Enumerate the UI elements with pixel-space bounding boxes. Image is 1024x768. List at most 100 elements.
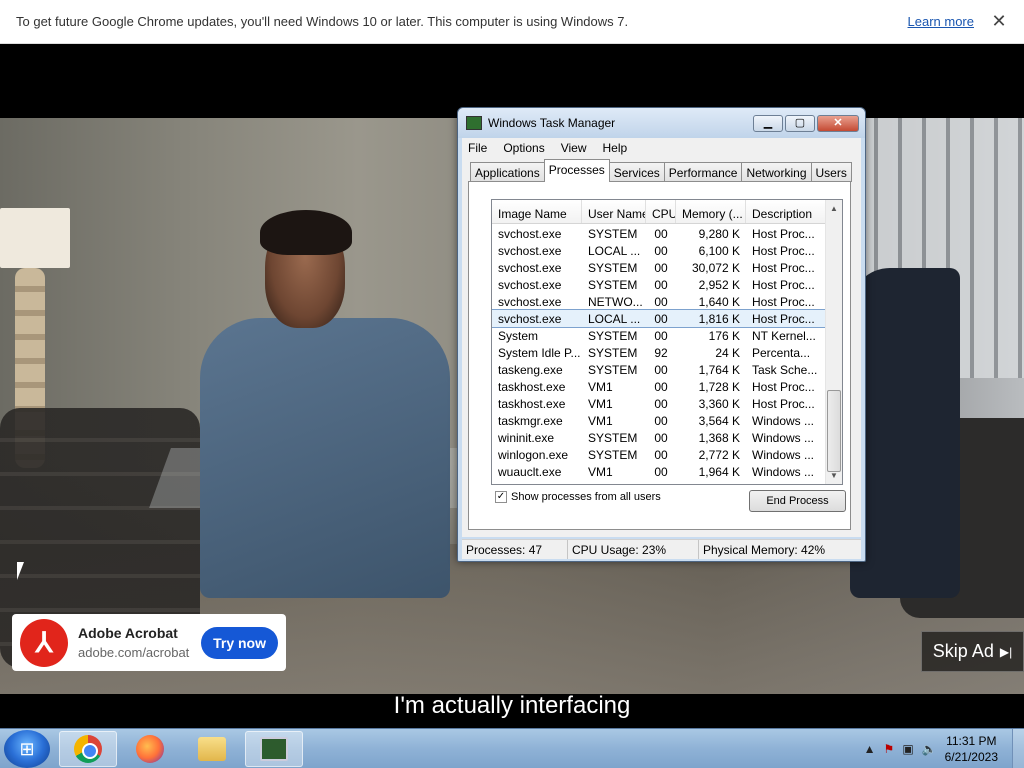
process-row[interactable]: wuauclt.exe VM1 00 1,964 K Windows ... bbox=[492, 463, 827, 480]
taskbar: ⊞ ▲ ⚑ ▣ 🔈 11:31 PM 6/21/2023 bbox=[0, 728, 1024, 768]
col-image-name[interactable]: Image Name bbox=[492, 200, 582, 223]
process-row[interactable]: taskhost.exe VM1 00 3,360 K Host Proc... bbox=[492, 395, 827, 412]
process-cpu: 00 bbox=[654, 413, 668, 428]
process-row[interactable]: svchost.exe LOCAL ... 00 6,100 K Host Proc..… bbox=[492, 242, 827, 259]
minimize-button[interactable]: ▁ bbox=[753, 114, 783, 132]
scroll-thumb[interactable] bbox=[827, 390, 841, 472]
taskbar-firefox[interactable] bbox=[121, 731, 179, 767]
process-image-name: taskhost.exe bbox=[498, 396, 566, 411]
taskbar-task-manager[interactable] bbox=[245, 731, 303, 767]
task-manager-titlebar[interactable]: Windows Task Manager ▁ ▢ ✕ bbox=[458, 108, 865, 138]
process-row[interactable]: svchost.exe SYSTEM 00 9,280 K Host Proc... bbox=[492, 225, 827, 242]
process-row[interactable]: System SYSTEM 00 176 K NT Kernel... bbox=[492, 327, 827, 344]
process-image-name: svchost.exe bbox=[498, 260, 562, 275]
process-row[interactable]: svchost.exe LOCAL ... 00 1,816 K Host Proc..… bbox=[492, 309, 828, 328]
process-row[interactable]: svchost.exe SYSTEM 00 30,072 K Host Proc... bbox=[492, 259, 827, 276]
process-row[interactable]: svchost.exe NETWO... 00 1,640 K Host Proc... bbox=[492, 293, 827, 310]
process-user-name: VM1 bbox=[588, 413, 613, 428]
clock[interactable]: 11:31 PM 6/21/2023 bbox=[945, 733, 998, 765]
show-all-checkbox[interactable]: ✓ bbox=[495, 491, 507, 503]
process-image-name: winlogon.exe bbox=[498, 447, 569, 462]
skip-next-icon: ▶| bbox=[999, 644, 1013, 659]
process-memory: 2,772 K bbox=[698, 447, 740, 462]
close-icon[interactable]: ✕ bbox=[990, 11, 1008, 32]
process-row[interactable]: taskhost.exe VM1 00 1,728 K Host Proc... bbox=[492, 378, 827, 395]
col-memory[interactable]: Memory (... bbox=[676, 200, 746, 223]
scene-person bbox=[200, 210, 450, 598]
scroll-up-icon[interactable]: ▲ bbox=[826, 200, 842, 217]
process-user-name: SYSTEM bbox=[588, 260, 638, 275]
clock-date: 6/21/2023 bbox=[944, 750, 998, 764]
col-description[interactable]: Description bbox=[746, 200, 826, 223]
process-user-name: VM1 bbox=[588, 396, 613, 411]
process-row[interactable]: System Idle P... SYSTEM 92 24 K Percenta... bbox=[492, 344, 827, 361]
end-process-button[interactable]: End Process bbox=[749, 490, 846, 512]
clock-time: 11:31 PM bbox=[946, 734, 997, 748]
process-cpu: 00 bbox=[654, 447, 668, 462]
process-user-name: SYSTEM bbox=[588, 447, 638, 462]
col-user-name[interactable]: User Name bbox=[582, 200, 646, 223]
taskbar-explorer[interactable] bbox=[183, 731, 241, 767]
process-list[interactable]: Image Name User Name CPU Memory (... Des… bbox=[491, 199, 843, 485]
process-description: Host Proc... bbox=[752, 277, 815, 292]
scroll-down-icon[interactable]: ▼ bbox=[826, 467, 842, 484]
tab-processes[interactable]: Processes bbox=[543, 159, 610, 182]
tray-expand-icon[interactable]: ▲ bbox=[864, 742, 876, 756]
show-all-processes[interactable]: ✓ Show processes from all users bbox=[495, 491, 661, 503]
process-memory: 1,728 K bbox=[698, 379, 740, 394]
col-cpu[interactable]: CPU bbox=[646, 200, 676, 223]
menu-options[interactable]: Options bbox=[503, 141, 544, 155]
close-button[interactable]: ✕ bbox=[817, 114, 859, 132]
process-image-name: System bbox=[498, 328, 539, 343]
menu-view[interactable]: View bbox=[561, 141, 587, 155]
infobar-message: To get future Google Chrome updates, you… bbox=[16, 14, 629, 29]
process-row[interactable]: taskeng.exe SYSTEM 00 1,764 K Task Sche... bbox=[492, 361, 827, 378]
processes-panel: Image Name User Name CPU Memory (... Des… bbox=[468, 181, 851, 530]
process-row[interactable]: taskmgr.exe VM1 00 3,564 K Windows ... bbox=[492, 412, 827, 429]
tab-applications[interactable]: Applications bbox=[470, 162, 545, 182]
process-cpu: 00 bbox=[654, 328, 668, 343]
process-row[interactable]: wininit.exe SYSTEM 00 1,368 K Windows ... bbox=[492, 429, 827, 446]
volume-icon[interactable]: 🔈 bbox=[922, 742, 937, 756]
task-manager-icon bbox=[260, 737, 288, 761]
process-image-name: svchost.exe bbox=[498, 277, 562, 292]
ad-url: adobe.com/acrobat bbox=[78, 645, 190, 660]
network-icon[interactable]: ▣ bbox=[902, 742, 913, 756]
status-memory: Physical Memory: 42% bbox=[703, 542, 826, 557]
task-manager-window: Windows Task Manager ▁ ▢ ✕ File Options … bbox=[457, 107, 866, 562]
menu-file[interactable]: File bbox=[468, 141, 487, 155]
show-desktop-button[interactable] bbox=[1012, 729, 1024, 768]
process-cpu: 00 bbox=[654, 260, 668, 275]
process-memory: 6,100 K bbox=[698, 243, 740, 258]
chrome-icon bbox=[74, 735, 102, 763]
process-cpu: 00 bbox=[654, 430, 668, 445]
process-memory: 3,564 K bbox=[698, 413, 740, 428]
skip-ad-button[interactable]: Skip Ad ▶| bbox=[921, 631, 1024, 672]
process-user-name: VM1 bbox=[588, 379, 613, 394]
scene-right-person bbox=[850, 268, 960, 598]
taskbar-chrome[interactable] bbox=[59, 731, 117, 767]
learn-more-link[interactable]: Learn more bbox=[908, 14, 974, 29]
process-description: Windows ... bbox=[752, 464, 815, 479]
process-cpu: 00 bbox=[654, 362, 668, 377]
process-description: Host Proc... bbox=[752, 260, 815, 275]
tab-networking[interactable]: Networking bbox=[741, 162, 812, 182]
process-image-name: svchost.exe bbox=[498, 294, 562, 309]
action-center-flag-icon[interactable]: ⚑ bbox=[884, 742, 895, 756]
process-row[interactable]: svchost.exe SYSTEM 00 2,952 K Host Proc... bbox=[492, 276, 827, 293]
maximize-button[interactable]: ▢ bbox=[785, 114, 815, 132]
ad-card[interactable]: ⅄ Adobe Acrobat adobe.com/acrobat Try no… bbox=[12, 614, 286, 671]
process-row[interactable]: winlogon.exe SYSTEM 00 2,772 K Windows ... bbox=[492, 446, 827, 463]
tab-strip: Applications Processes Services Performa… bbox=[470, 159, 852, 182]
vertical-scrollbar[interactable]: ▲ ▼ bbox=[825, 200, 842, 484]
start-button[interactable]: ⊞ bbox=[4, 730, 50, 768]
tab-performance[interactable]: Performance bbox=[663, 162, 743, 182]
process-memory: 1,964 K bbox=[698, 464, 740, 479]
menu-help[interactable]: Help bbox=[603, 141, 628, 155]
process-memory: 2,952 K bbox=[698, 277, 740, 292]
try-now-button[interactable]: Try now bbox=[201, 626, 278, 659]
process-description: Percenta... bbox=[752, 345, 811, 360]
tab-users[interactable]: Users bbox=[810, 162, 852, 182]
process-image-name: svchost.exe bbox=[498, 243, 562, 258]
tab-services[interactable]: Services bbox=[608, 162, 665, 182]
